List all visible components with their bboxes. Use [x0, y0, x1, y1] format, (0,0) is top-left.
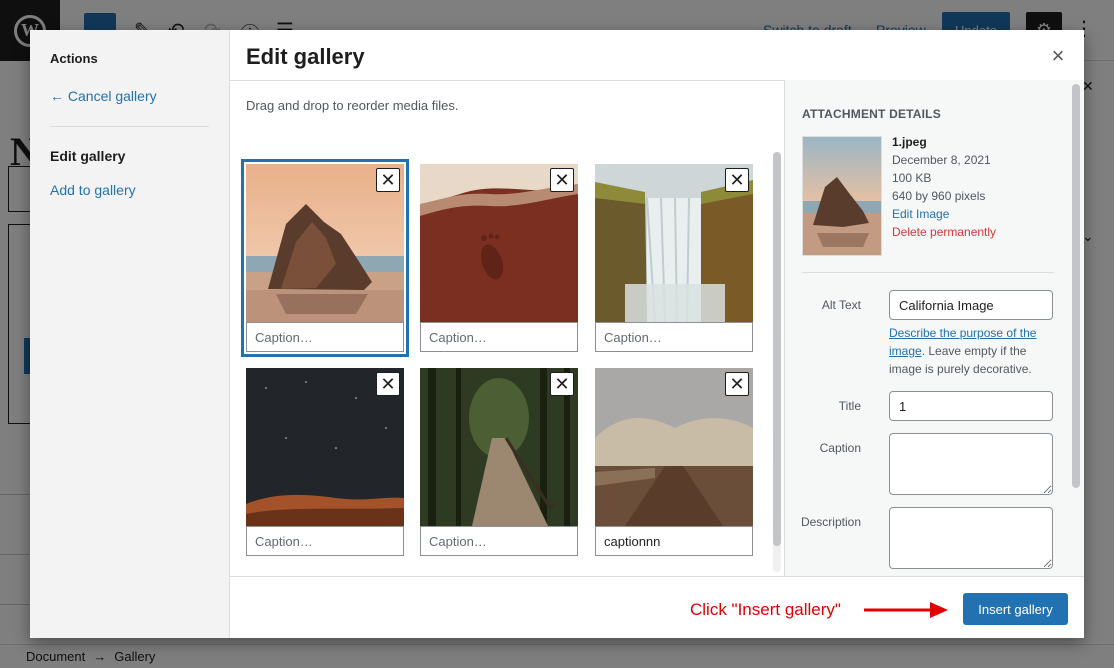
details-scrollbar[interactable] [1070, 82, 1082, 576]
edit-image-link[interactable]: Edit Image [892, 205, 996, 223]
attachment-filename: 1.jpeg [892, 135, 927, 149]
remove-item-close-icon[interactable]: ✕ [725, 168, 749, 192]
footer-divider [230, 576, 1084, 577]
attachment-thumbnail [802, 136, 882, 256]
close-icon[interactable]: × [1046, 43, 1070, 68]
edit-gallery-menu-item[interactable]: Edit gallery [50, 148, 125, 164]
alt-text-field[interactable] [889, 290, 1053, 320]
remove-item-close-icon[interactable]: ✕ [550, 168, 574, 192]
caption-input[interactable] [420, 322, 578, 352]
caption-input[interactable] [420, 526, 578, 556]
title-label: Title [838, 399, 861, 413]
attachment-dimensions: 640 by 960 pixels [892, 189, 986, 203]
gallery-item[interactable]: ✕ [420, 368, 578, 556]
insert-gallery-button[interactable]: Insert gallery [963, 593, 1068, 625]
attachment-info: 1.jpeg December 8, 2021 100 KB 640 by 96… [892, 133, 996, 241]
attachment-details-panel: Attachment Details 1.jpeg December 8, 20… [784, 80, 1084, 576]
actions-heading: Actions [50, 51, 98, 66]
edit-gallery-modal: Actions ← Cancel gallery Edit gallery Ad… [30, 30, 1084, 638]
remove-item-close-icon[interactable]: ✕ [376, 372, 400, 396]
scrollbar-thumb[interactable] [773, 152, 781, 546]
gallery-item[interactable]: ✕ [420, 164, 578, 352]
title-field[interactable] [889, 391, 1053, 421]
alt-text-label: Alt Text [821, 298, 861, 312]
add-to-gallery-link[interactable]: Add to gallery [50, 182, 136, 198]
caption-label: Caption [819, 441, 861, 455]
modal-title: Edit gallery [246, 44, 365, 69]
delete-permanently-link[interactable]: Delete permanently [892, 223, 996, 241]
gallery-item[interactable]: ✕ [241, 159, 409, 357]
details-separator [802, 272, 1054, 273]
gallery-grid: ✕ ✕ [230, 150, 770, 576]
gallery-item[interactable]: ✕ [246, 368, 404, 556]
caption-input[interactable] [595, 322, 753, 352]
reorder-instructions: Drag and drop to reorder media files. [246, 98, 459, 113]
instruction-annotation: Click "Insert gallery" [690, 600, 841, 619]
remove-item-close-icon[interactable]: ✕ [725, 372, 749, 396]
attachment-details-heading: Attachment Details [802, 107, 941, 121]
scrollbar-thumb[interactable] [1072, 84, 1080, 488]
sidebar-separator [50, 126, 209, 127]
caption-input[interactable] [595, 526, 753, 556]
remove-item-close-icon[interactable]: ✕ [376, 168, 400, 192]
media-menu-sidebar: Actions ← Cancel gallery Edit gallery Ad… [30, 30, 230, 638]
description-label: Description [800, 515, 861, 529]
remove-item-close-icon[interactable]: ✕ [550, 372, 574, 396]
attachment-filesize: 100 KB [892, 171, 932, 185]
alt-text-help: Describe the purpose of the image. Leave… [889, 324, 1059, 378]
attachment-date: December 8, 2021 [892, 153, 991, 167]
caption-input[interactable] [246, 322, 404, 352]
gallery-scrollbar[interactable] [770, 152, 782, 572]
gallery-item[interactable]: ✕ [595, 164, 753, 352]
caption-field[interactable] [889, 433, 1053, 495]
description-field[interactable] [889, 507, 1053, 569]
cancel-gallery-link[interactable]: ← Cancel gallery [50, 88, 157, 104]
annotation-arrow-icon [864, 602, 948, 618]
caption-input[interactable] [246, 526, 404, 556]
gallery-item[interactable]: ✕ [595, 368, 753, 556]
